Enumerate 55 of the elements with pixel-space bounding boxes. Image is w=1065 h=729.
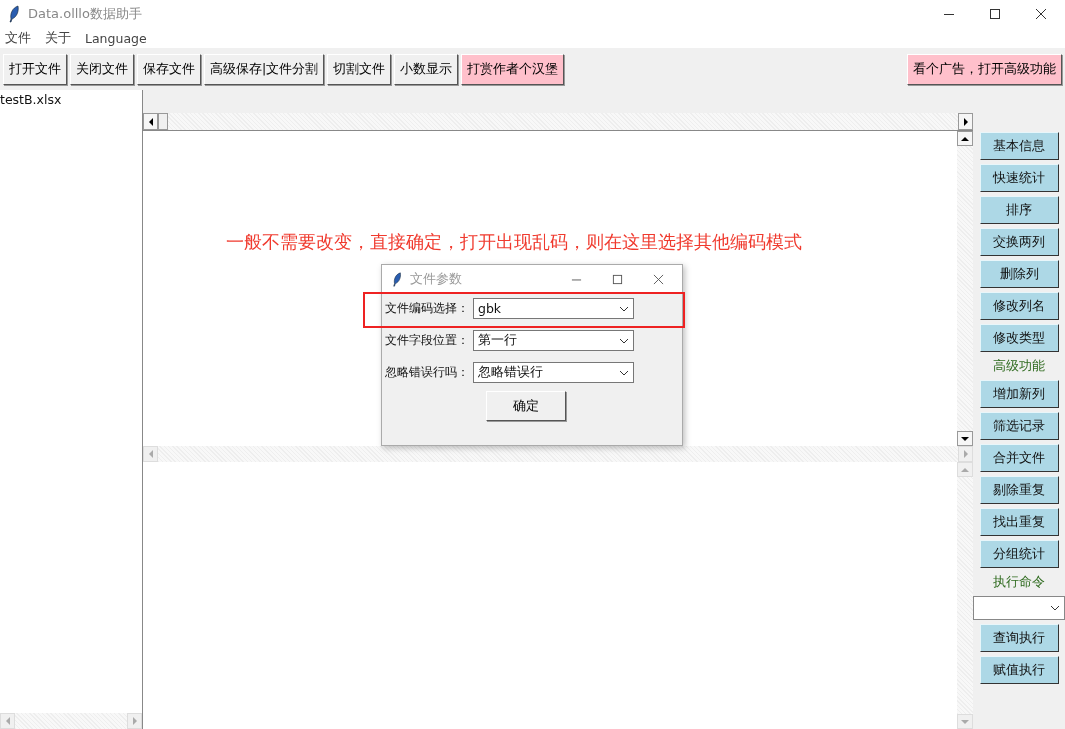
menu-item[interactable]: 关于 <box>45 29 71 47</box>
vertical-scrollbar[interactable] <box>957 462 973 729</box>
side-button[interactable]: 基本信息 <box>979 132 1059 160</box>
section-label: 执行命令 <box>993 573 1045 591</box>
horizontal-scrollbar[interactable] <box>143 113 973 130</box>
field-label: 文件编码选择： <box>385 300 470 317</box>
side-button[interactable]: 赋值执行 <box>979 656 1059 684</box>
side-button[interactable]: 排序 <box>979 196 1059 224</box>
side-button[interactable]: 修改类型 <box>979 324 1059 352</box>
chevron-down-icon <box>619 337 629 344</box>
maximize-icon[interactable] <box>612 273 623 285</box>
chevron-down-icon <box>619 305 629 312</box>
side-button[interactable]: 删除列 <box>979 260 1059 288</box>
side-button[interactable]: 剔除重复 <box>979 476 1059 504</box>
close-icon[interactable] <box>1035 8 1047 20</box>
window-title: Data.olllo数据助手 <box>28 5 142 23</box>
feather-icon <box>392 271 402 287</box>
dropdown-field[interactable]: 忽略错误行 <box>473 362 634 383</box>
toolbar-button[interactable]: 打开文件 <box>3 53 67 85</box>
side-button[interactable]: 分组统计 <box>979 540 1059 568</box>
toolbar-button[interactable]: 打赏作者个汉堡 <box>461 53 565 85</box>
horizontal-scrollbar[interactable] <box>0 713 142 729</box>
toolbar-button[interactable]: 保存文件 <box>137 53 201 85</box>
file-item[interactable]: testB.xlsx <box>0 92 142 107</box>
field-label: 文件字段位置： <box>385 332 470 349</box>
side-button[interactable]: 增加新列 <box>979 380 1059 408</box>
annotation-text: 一般不需要改变，直接确定，打开出现乱码，则在这里选择其他编码模式 <box>226 230 802 254</box>
menu-item[interactable]: 文件 <box>5 29 31 47</box>
side-button[interactable]: 找出重复 <box>979 508 1059 536</box>
dialog-title: 文件参数 <box>410 270 462 288</box>
side-button[interactable]: 合并文件 <box>979 444 1059 472</box>
maximize-icon[interactable] <box>989 8 1001 20</box>
menu-item[interactable]: Language <box>85 30 147 46</box>
chevron-down-icon <box>1050 605 1060 611</box>
toolbar-button[interactable]: 切割文件 <box>327 53 392 85</box>
command-dropdown[interactable] <box>973 596 1065 620</box>
side-button[interactable]: 交换两列 <box>979 228 1059 256</box>
side-button[interactable]: 查询执行 <box>979 624 1059 652</box>
vertical-scrollbar[interactable] <box>957 131 973 446</box>
section-label: 高级功能 <box>993 357 1045 375</box>
side-button[interactable]: 快速统计 <box>979 164 1059 192</box>
horizontal-scrollbar[interactable] <box>143 446 973 462</box>
toolbar-button[interactable]: 关闭文件 <box>70 53 134 85</box>
chevron-down-icon <box>619 369 629 376</box>
toolbar-button[interactable]: 小数显示 <box>394 53 459 85</box>
dropdown-field[interactable]: 第一行 <box>473 330 634 351</box>
confirm-button[interactable]: 确定 <box>486 391 566 421</box>
dropdown-field[interactable]: gbk <box>473 298 634 319</box>
toolbar-button[interactable]: 高级保存|文件分割 <box>204 53 325 85</box>
feather-icon <box>8 5 20 23</box>
side-button[interactable]: 筛选记录 <box>979 412 1059 440</box>
close-icon[interactable] <box>653 273 664 285</box>
side-button[interactable]: 修改列名 <box>979 292 1059 320</box>
ad-button[interactable]: 看个广告，打开高级功能 <box>907 53 1062 85</box>
field-label: 忽略错误行吗： <box>385 364 470 381</box>
